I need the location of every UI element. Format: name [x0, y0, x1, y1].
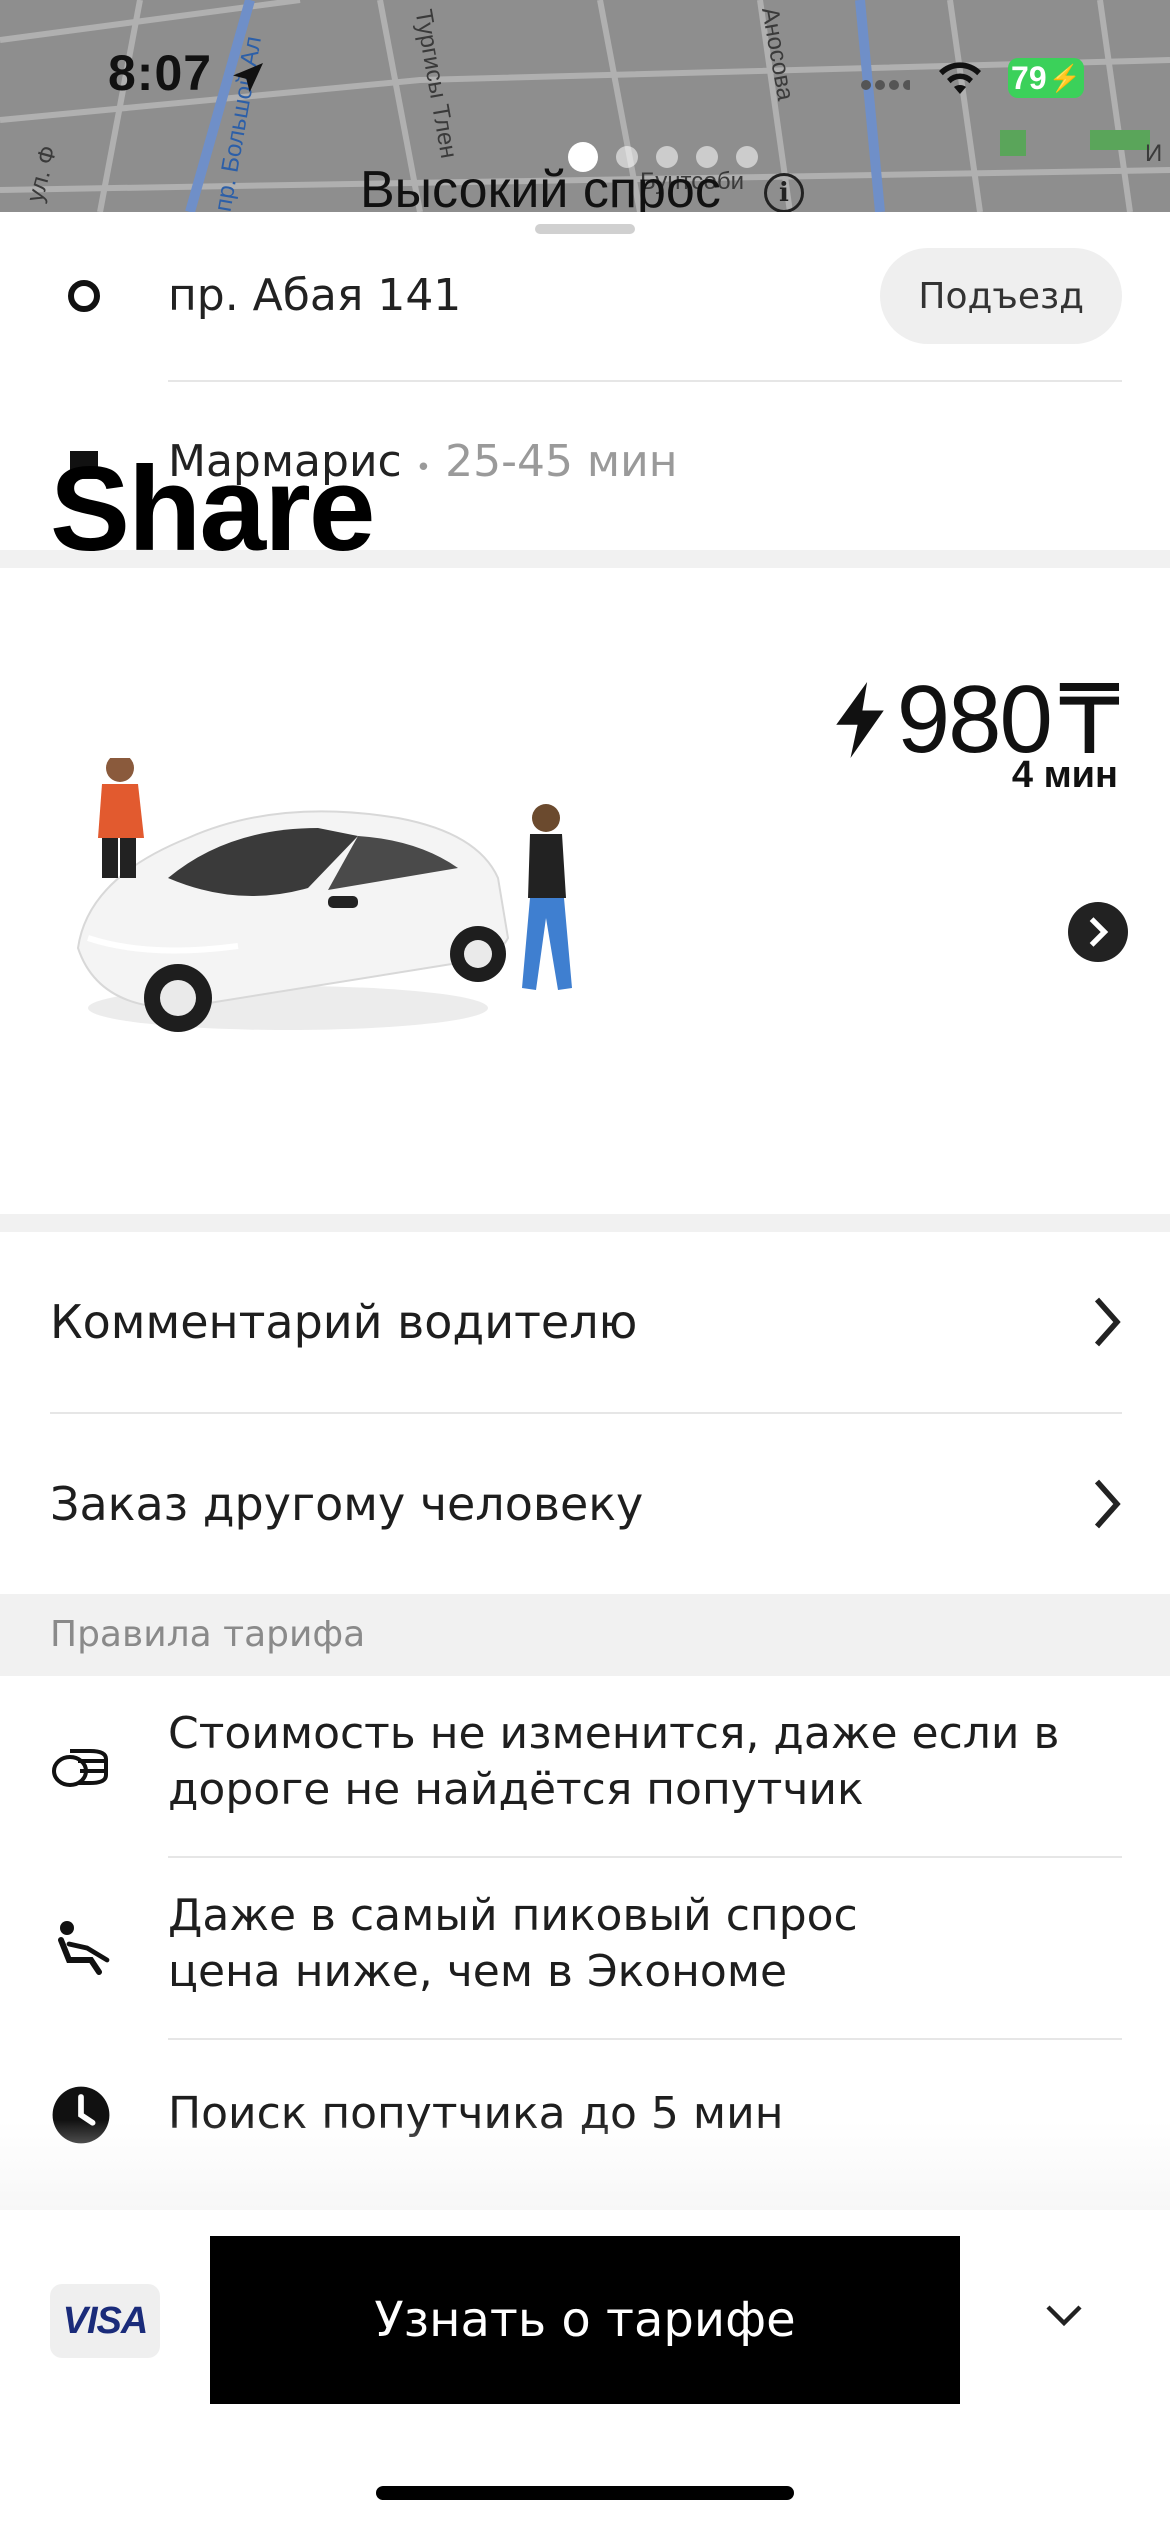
chevron-right-icon [1094, 1297, 1121, 1347]
chevron-right-icon [1094, 1479, 1121, 1529]
order-for-other-label: Заказ другому человеку [50, 1477, 644, 1531]
chevron-right-icon [1089, 917, 1109, 947]
battery-level: 79 [1011, 59, 1047, 96]
chevron-down-icon[interactable] [1044, 2302, 1084, 2328]
content-fade [0, 2120, 1170, 2210]
rule-text-line: дороге не найдётся попутчик [168, 1764, 864, 1815]
rule-text-line: Даже в самый пиковый спрос [168, 1890, 858, 1941]
location-arrow-icon [233, 63, 263, 93]
seat-passenger-icon [58, 1921, 110, 1975]
separator-dot: • [415, 453, 432, 483]
entrance-button[interactable]: Подъезд [880, 248, 1122, 344]
charging-bolt-icon: ⚡ [1048, 62, 1081, 93]
car-illustration [76, 758, 572, 1032]
pickup-circle-icon [68, 280, 100, 312]
tariff-rules-header: Правила тарифа [0, 1594, 1170, 1676]
high-demand-label[interactable]: Высокий спрос [360, 160, 721, 212]
driver-comment-row[interactable]: Комментарий водителю [0, 1232, 1170, 1412]
rule-text-line: Стоимость не изменится, даже если в [168, 1708, 1060, 1759]
pickup-address: пр. Абая 141 [168, 270, 462, 321]
map-view[interactable]: ул. Ф пр. Большой Ал Тургисы Тлен Аносов… [0, 0, 1170, 212]
pickup-eta: 4 мин [1011, 754, 1118, 796]
trip-duration: 25-45 мин [445, 436, 678, 487]
rule-text-line: цена ниже, чем в Экономе [168, 1946, 788, 1997]
rule-text: Стоимость не изменится, даже если в доро… [168, 1706, 1059, 1818]
battery-indicator: 79 ⚡ [1008, 58, 1084, 98]
map-street-label: И [1145, 140, 1163, 167]
next-tariff-button[interactable] [1068, 902, 1128, 962]
page-dot[interactable] [736, 146, 758, 168]
wifi-icon [939, 62, 981, 94]
learn-tariff-button[interactable]: Узнать о тарифе [210, 2236, 960, 2404]
home-indicator [376, 2486, 794, 2500]
pickup-row[interactable]: пр. Абая 141 Подъезд [0, 212, 1170, 380]
info-icon[interactable]: i [764, 173, 804, 212]
coins-icon [52, 1749, 108, 1787]
rule-text: Даже в самый пиковый спрос цена ниже, че… [168, 1888, 858, 2000]
rule-item: Даже в самый пиковый спрос цена ниже, че… [0, 1858, 1170, 2038]
driver-comment-label: Комментарий водителю [50, 1295, 638, 1349]
payment-method-visa[interactable]: VISA [50, 2284, 160, 2358]
tariff-rules-title: Правила тарифа [50, 1614, 366, 1655]
cellular-signal-icon [861, 80, 910, 90]
rule-item: Стоимость не изменится, даже если в доро… [0, 1676, 1170, 1856]
surge-bolt-icon [836, 682, 884, 758]
section-separator [0, 1214, 1170, 1232]
order-for-other-row[interactable]: Заказ другому человеку [0, 1414, 1170, 1594]
status-time: 8:07 [108, 45, 213, 101]
tariff-name: Share [50, 442, 376, 576]
